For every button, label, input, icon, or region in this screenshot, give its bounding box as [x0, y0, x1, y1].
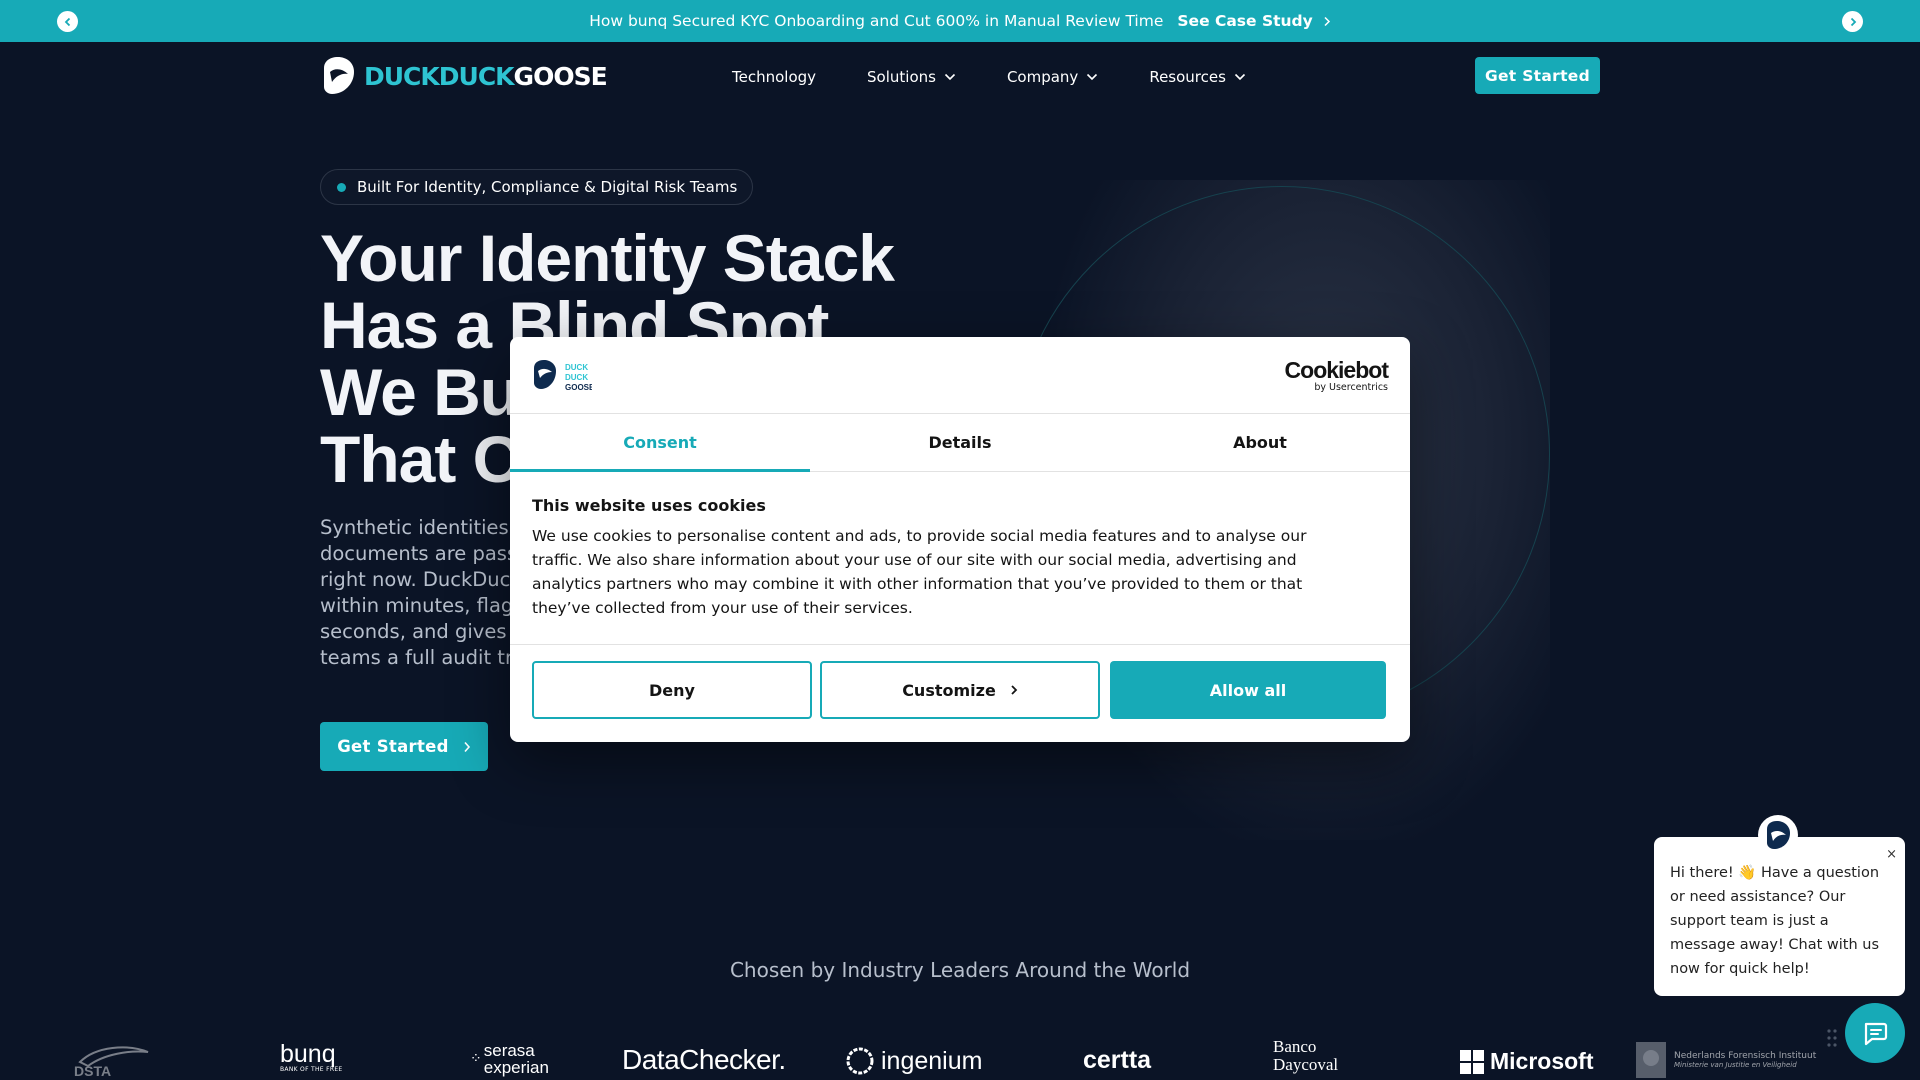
microsoft-logo-text: Microsoft [1490, 1048, 1594, 1074]
nfi-text-block: Nederlands Forensisch Instituut Minister… [1674, 1051, 1824, 1069]
nav-item-technology[interactable]: Technology [732, 68, 816, 86]
chat-agent-avatar [1758, 815, 1798, 855]
dialog-header: DUCK DUCK GOOSE Cookiebot by Usercentric… [510, 337, 1410, 414]
chevron-right-icon [1324, 16, 1330, 26]
client-logo-dsta: DSTA [70, 1038, 152, 1078]
chat-greeting-bubble[interactable]: × Hi there! 👋 Have a question or need as… [1654, 837, 1905, 996]
serasa-logo-text: serasa experian [483, 1041, 549, 1077]
goose-logo-icon [1767, 821, 1790, 849]
nfi-tagline: Ministerie van Justitie en Veiligheid [1674, 1061, 1797, 1069]
svg-text:GOOSE: GOOSE [565, 383, 592, 392]
chat-bubble-icon [1864, 1022, 1888, 1046]
nfi-crest-icon [1636, 1042, 1666, 1078]
nav-item-company[interactable]: Company [1007, 68, 1098, 86]
audience-pill: Built For Identity, Compliance & Digital… [320, 169, 754, 205]
pill-dot-icon [337, 182, 346, 192]
client-logo-ingenium: ingenium [845, 1046, 982, 1076]
chevron-down-icon [1087, 73, 1098, 81]
bunq-logo-text: bunq [280, 1040, 336, 1068]
serasa-dots-icon: ⁘ [470, 1051, 482, 1067]
tab-consent[interactable]: Consent [510, 414, 810, 472]
client-logo-datachecker: DataChecker. [622, 1044, 786, 1076]
tab-details[interactable]: Details [810, 414, 1110, 471]
chevron-right-icon [1011, 685, 1018, 695]
announcement-bar: How bunq Secured KYC Onboarding and Cut … [0, 0, 1920, 42]
svg-text:DUCK: DUCK [565, 373, 588, 382]
customize-label: Customize [902, 680, 996, 700]
ingenium-logo-text: ingenium [881, 1046, 983, 1075]
main-nav: DUCKDUCKGOOSE Technology Solutions Compa… [0, 42, 1920, 110]
see-case-study-link[interactable]: See Case Study [1177, 12, 1330, 30]
client-logo-nfi: Nederlands Forensisch Instituut Minister… [1636, 1042, 1824, 1078]
see-case-study-label: See Case Study [1177, 12, 1313, 30]
chat-launcher-button[interactable] [1845, 1003, 1905, 1063]
cookie-consent-dialog: DUCK DUCK GOOSE Cookiebot by Usercentric… [510, 337, 1410, 742]
hero-cta-label: Get Started [337, 737, 449, 756]
close-chat-bubble-button[interactable]: × [1886, 843, 1897, 867]
client-logo-certta: certta [1083, 1046, 1151, 1075]
logo-wordmark: DUCKDUCKGOOSE [364, 61, 608, 91]
chevron-left-icon [64, 17, 70, 26]
nfi-logo-text: Nederlands Forensisch Instituut [1674, 1051, 1817, 1061]
client-logo-strip: DSTA bunq BANK OF THE FREE ⁘ serasa expe… [0, 1038, 1920, 1080]
next-announcement-button[interactable] [1842, 11, 1863, 32]
cookiebot-byline: by Usercentrics [1314, 382, 1388, 393]
svg-text:DUCK: DUCK [565, 363, 588, 372]
description-line: they’ve collected from your use of their… [532, 599, 913, 617]
headline-line: Your Identity Stack [320, 221, 895, 295]
bunq-tagline: BANK OF THE FREE [280, 1066, 343, 1073]
drag-handle-icon[interactable] [1826, 1028, 1838, 1052]
chevron-right-icon [464, 741, 470, 752]
description-line: We use cookies to personalise content an… [532, 527, 1307, 545]
datachecker-logo-text: DataChecker. [622, 1044, 786, 1075]
chevron-down-icon [944, 73, 956, 81]
ingenium-ring-icon [846, 1047, 874, 1075]
clients-heading: Chosen by Industry Leaders Around the Wo… [729, 958, 1191, 982]
allow-all-button[interactable]: Allow all [1110, 661, 1386, 719]
dialog-actions: Deny Customize Allow all [510, 645, 1410, 719]
nav-menu: Technology Solutions Company Resources [732, 68, 1246, 86]
dialog-title: This website uses cookies [532, 496, 766, 515]
cookiebot-wordmark: Cookiebot [1284, 357, 1389, 383]
dsta-logo-text: DSTA [74, 1063, 111, 1078]
dsta-logo-icon: DSTA [74, 1046, 149, 1078]
prev-announcement-button[interactable] [57, 11, 78, 32]
announcement-text: How bunq Secured KYC Onboarding and Cut … [589, 12, 1164, 30]
description-line: traffic. We also share information about… [532, 551, 1297, 569]
cookiebot-logo[interactable]: Cookiebot by Usercentrics [1284, 357, 1389, 394]
certta-logo-text: certta [1083, 1046, 1152, 1074]
client-logo-serasa: ⁘ serasa experian [470, 1042, 560, 1076]
chevron-right-icon [1850, 17, 1856, 26]
chevron-down-icon [1234, 73, 1246, 81]
dialog-description: We use cookies to personalise content an… [532, 524, 1388, 620]
client-logo-microsoft: Microsoft [1460, 1048, 1594, 1075]
daycoval-logo-text: Banco Daycoval [1273, 1037, 1339, 1074]
pill-label: Built For Identity, Compliance & Digital… [357, 178, 738, 196]
nav-item-resources[interactable]: Resources [1149, 68, 1246, 86]
dialog-brand-logo: DUCK DUCK GOOSE [532, 359, 595, 397]
nav-item-solutions[interactable]: Solutions [867, 68, 956, 86]
description-line: analytics partners who may combine it wi… [532, 575, 1303, 593]
client-logo-daycoval: Banco Daycoval [1273, 1038, 1368, 1074]
dialog-tabs: Consent Details About [510, 414, 1410, 472]
chat-greeting-text: Hi there! 👋 Have a question or need assi… [1670, 865, 1880, 977]
tab-about[interactable]: About [1110, 414, 1410, 471]
microsoft-grid-icon [1460, 1049, 1484, 1074]
hero-get-started-button[interactable]: Get Started [320, 722, 488, 771]
goose-logo-icon [324, 57, 354, 94]
site-logo[interactable]: DUCKDUCKGOOSE [320, 56, 608, 96]
nav-get-started-button[interactable]: Get Started [1475, 57, 1600, 94]
goose-logo-icon: DUCK DUCK GOOSE [534, 360, 595, 392]
dialog-body: This website uses cookies We use cookies… [510, 472, 1410, 645]
client-logo-bunq: bunq BANK OF THE FREE [280, 1040, 343, 1074]
customize-button[interactable]: Customize [820, 661, 1100, 719]
deny-button[interactable]: Deny [532, 661, 812, 719]
